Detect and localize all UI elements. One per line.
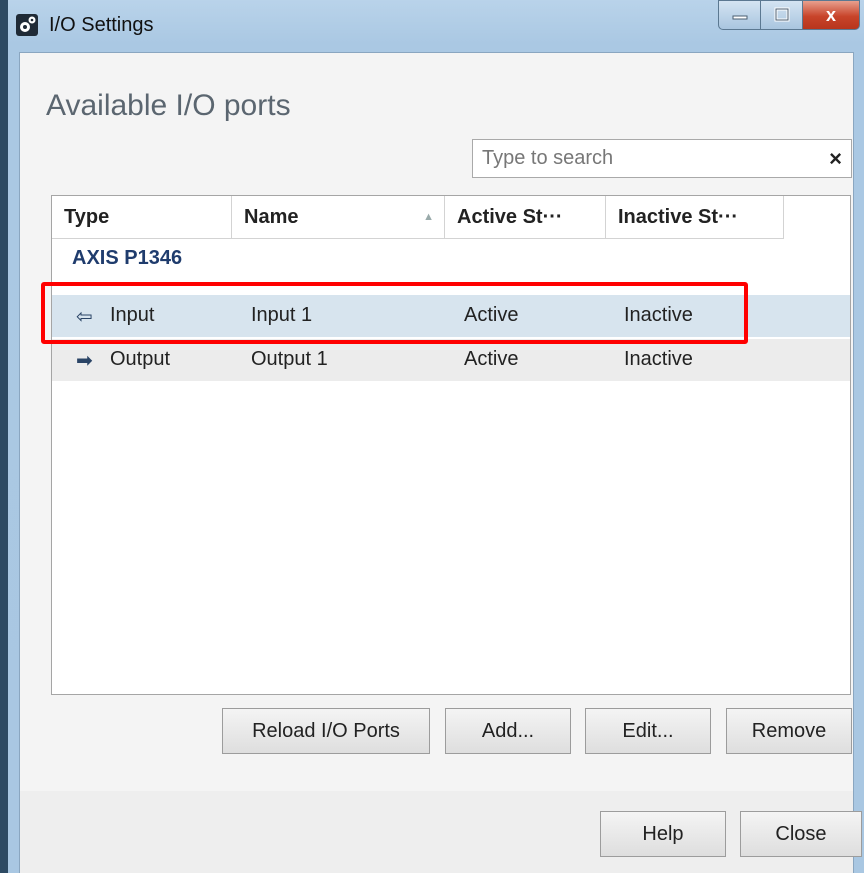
- close-icon: x: [825, 4, 836, 25]
- close-window-button[interactable]: x: [802, 0, 860, 30]
- column-header-name-label: Name: [244, 206, 299, 228]
- row-type: Input: [110, 304, 155, 326]
- row-type: Output: [110, 348, 171, 370]
- table-row[interactable]: ➡ Output Output 1 Active Inactive: [52, 339, 850, 381]
- help-button[interactable]: Help: [600, 811, 726, 857]
- add-button[interactable]: Add...: [445, 708, 571, 754]
- edit-button[interactable]: Edit...: [585, 708, 711, 754]
- row-inactive-state: Inactive: [624, 348, 693, 370]
- output-arrow-icon: ➡: [76, 350, 93, 372]
- column-header-active-state[interactable]: Active St···: [445, 196, 606, 238]
- title-bar[interactable]: I/O Settings x: [8, 0, 864, 52]
- clear-search-icon[interactable]: ×: [829, 146, 842, 172]
- row-active-state: Active: [464, 348, 519, 370]
- column-header-type[interactable]: Type: [52, 196, 232, 238]
- column-header-name[interactable]: Name ▲: [232, 196, 445, 238]
- row-name: Output 1: [251, 348, 328, 370]
- row-active-state: Active: [464, 304, 519, 326]
- search-box[interactable]: ×: [472, 139, 852, 178]
- search-input[interactable]: [482, 146, 802, 170]
- column-header-inactive-state[interactable]: Inactive St···: [606, 196, 784, 238]
- table-header: Type Name ▲ Active St··· Inactive St···: [52, 196, 784, 239]
- io-settings-window: I/O Settings x Available I/O ports × Typ…: [0, 0, 864, 873]
- input-arrow-icon: ⇦: [76, 306, 93, 328]
- window-title: I/O Settings: [49, 14, 154, 36]
- device-group-header[interactable]: AXIS P1346: [72, 247, 182, 270]
- table-row[interactable]: ⇦ Input Input 1 Active Inactive: [52, 295, 850, 337]
- close-button[interactable]: Close: [740, 811, 862, 857]
- maximize-button[interactable]: [760, 0, 802, 30]
- maximize-icon: [774, 7, 789, 22]
- row-name: Input 1: [251, 304, 313, 326]
- page-title: Available I/O ports: [46, 89, 291, 122]
- minimize-button[interactable]: [718, 0, 760, 30]
- row-inactive-state: Inactive: [624, 304, 693, 326]
- reload-io-ports-button[interactable]: Reload I/O Ports: [222, 708, 430, 754]
- io-ports-table[interactable]: Type Name ▲ Active St··· Inactive St··· …: [51, 195, 851, 695]
- app-icon: [16, 14, 38, 36]
- dialog-body: Available I/O ports × Type Name ▲ Active…: [19, 52, 854, 792]
- remove-button[interactable]: Remove: [726, 708, 852, 754]
- caption-buttons: x: [718, 0, 860, 30]
- minimize-icon: [732, 15, 747, 20]
- sort-ascending-icon: ▲: [423, 211, 434, 223]
- dialog-footer: Help Close: [19, 791, 862, 873]
